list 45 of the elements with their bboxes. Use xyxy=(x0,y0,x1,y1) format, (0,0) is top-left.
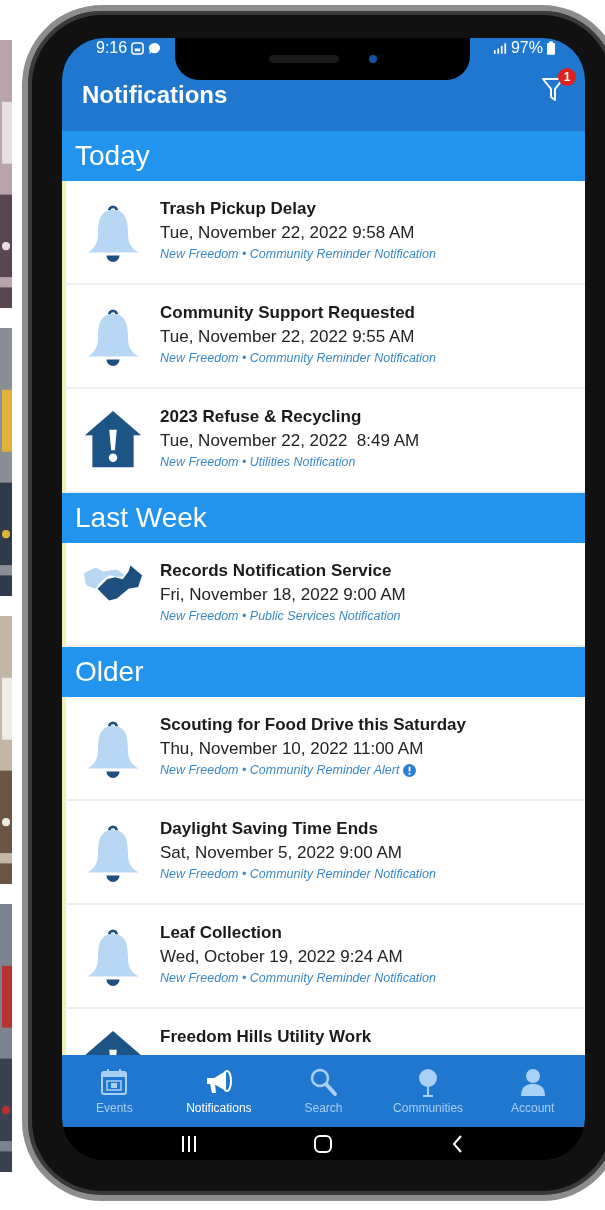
battery-percent: 97% xyxy=(510,39,543,57)
notification-title: Freedom Hills Utility Work xyxy=(160,1027,372,1047)
notification-source: New Freedom • Public Services Notification xyxy=(160,609,401,623)
notification-date: Tue, November 22, 2022 9:55 AM xyxy=(160,327,415,347)
notification-source: New Freedom • Community Reminder Notification xyxy=(160,971,436,985)
notification-date: Wed, October 19, 2022 9:24 AM xyxy=(160,947,403,967)
signal-icon xyxy=(492,42,507,54)
notification-title: Records Notification Service xyxy=(160,561,392,581)
battery-icon xyxy=(547,41,555,55)
notification-date: Thu, November 10, 2022 11:00 AM xyxy=(160,739,424,759)
notification-source: New Freedom • Community Reminder Notification xyxy=(160,247,436,261)
notification-item[interactable]: 2023 Refuse & Recycling Tue, November 22, 2022 8:49 AM New Freedom • Utilities Notification xyxy=(62,389,585,493)
calendar-icon xyxy=(99,1067,130,1097)
notification-title: Daylight Saving Time Ends xyxy=(160,819,378,839)
notification-source: New Freedom • Utilities Notification xyxy=(160,455,356,469)
notification-date: Fri, November 18, 2022 9:00 AM xyxy=(160,585,406,605)
nav-tab[interactable]: Notifications xyxy=(166,1055,272,1127)
filter-count-badge: 1 xyxy=(558,67,576,86)
status-time: 9:16 xyxy=(96,39,128,57)
screen-title: Notifications xyxy=(82,80,228,109)
home-icon[interactable] xyxy=(313,1133,334,1154)
section-header: Last Week xyxy=(62,493,585,543)
section-header: Older xyxy=(62,647,585,697)
notification-source: New Freedom • Community Reminder Notification xyxy=(160,867,436,881)
notification-item[interactable]: Trash Pickup Delay Tue, November 22, 2022 9:58 AM New Freedom • Community Reminder Notification xyxy=(62,181,585,285)
gallery-icon xyxy=(131,41,145,55)
notification-date: Sat, November 5, 2022 9:00 AM xyxy=(160,843,402,863)
notification-item[interactable]: Scouting for Food Drive this Saturday Thu, November 10, 2022 11:00 AM New Freedom • Community Reminder Alert xyxy=(62,697,585,801)
chat-bubble-icon xyxy=(148,41,162,55)
section-header: Today xyxy=(62,131,585,181)
handshake-icon xyxy=(82,563,144,603)
notification-title: Leaf Collection xyxy=(160,923,282,943)
notification-date: Tue, November 22, 2022 9:58 AM xyxy=(160,223,415,243)
notification-source: New Freedom • Community Reminder Alert xyxy=(160,763,400,777)
notification-item[interactable]: Leaf Collection Wed, October 19, 2022 9:24 AM New Freedom • Community Reminder Notification xyxy=(62,905,585,1009)
notification-title: Trash Pickup Delay xyxy=(160,199,316,219)
notification-title: Community Support Requested xyxy=(160,303,415,323)
notification-date: Tue, November 22, 2022 8:49 AM xyxy=(160,431,420,451)
notification-title: Scouting for Food Drive this Saturday xyxy=(160,715,467,735)
notification-title: 2023 Refuse & Recycling xyxy=(160,407,362,427)
search-icon xyxy=(308,1067,339,1097)
notification-item[interactable]: Daylight Saving Time Ends Sat, November 5, 2022 9:00 AM New Freedom • Community Reminder Notification xyxy=(62,801,585,905)
notification-item[interactable]: Community Support Requested Tue, November 22, 2022 9:55 AM New Freedom • Community Reminder Notification xyxy=(62,285,585,389)
notification-source: New Freedom • Community Reminder Notification xyxy=(160,351,436,365)
notification-item[interactable]: Records Notification Service Fri, November 18, 2022 9:00 AM New Freedom • Public Services Notification xyxy=(62,543,585,647)
